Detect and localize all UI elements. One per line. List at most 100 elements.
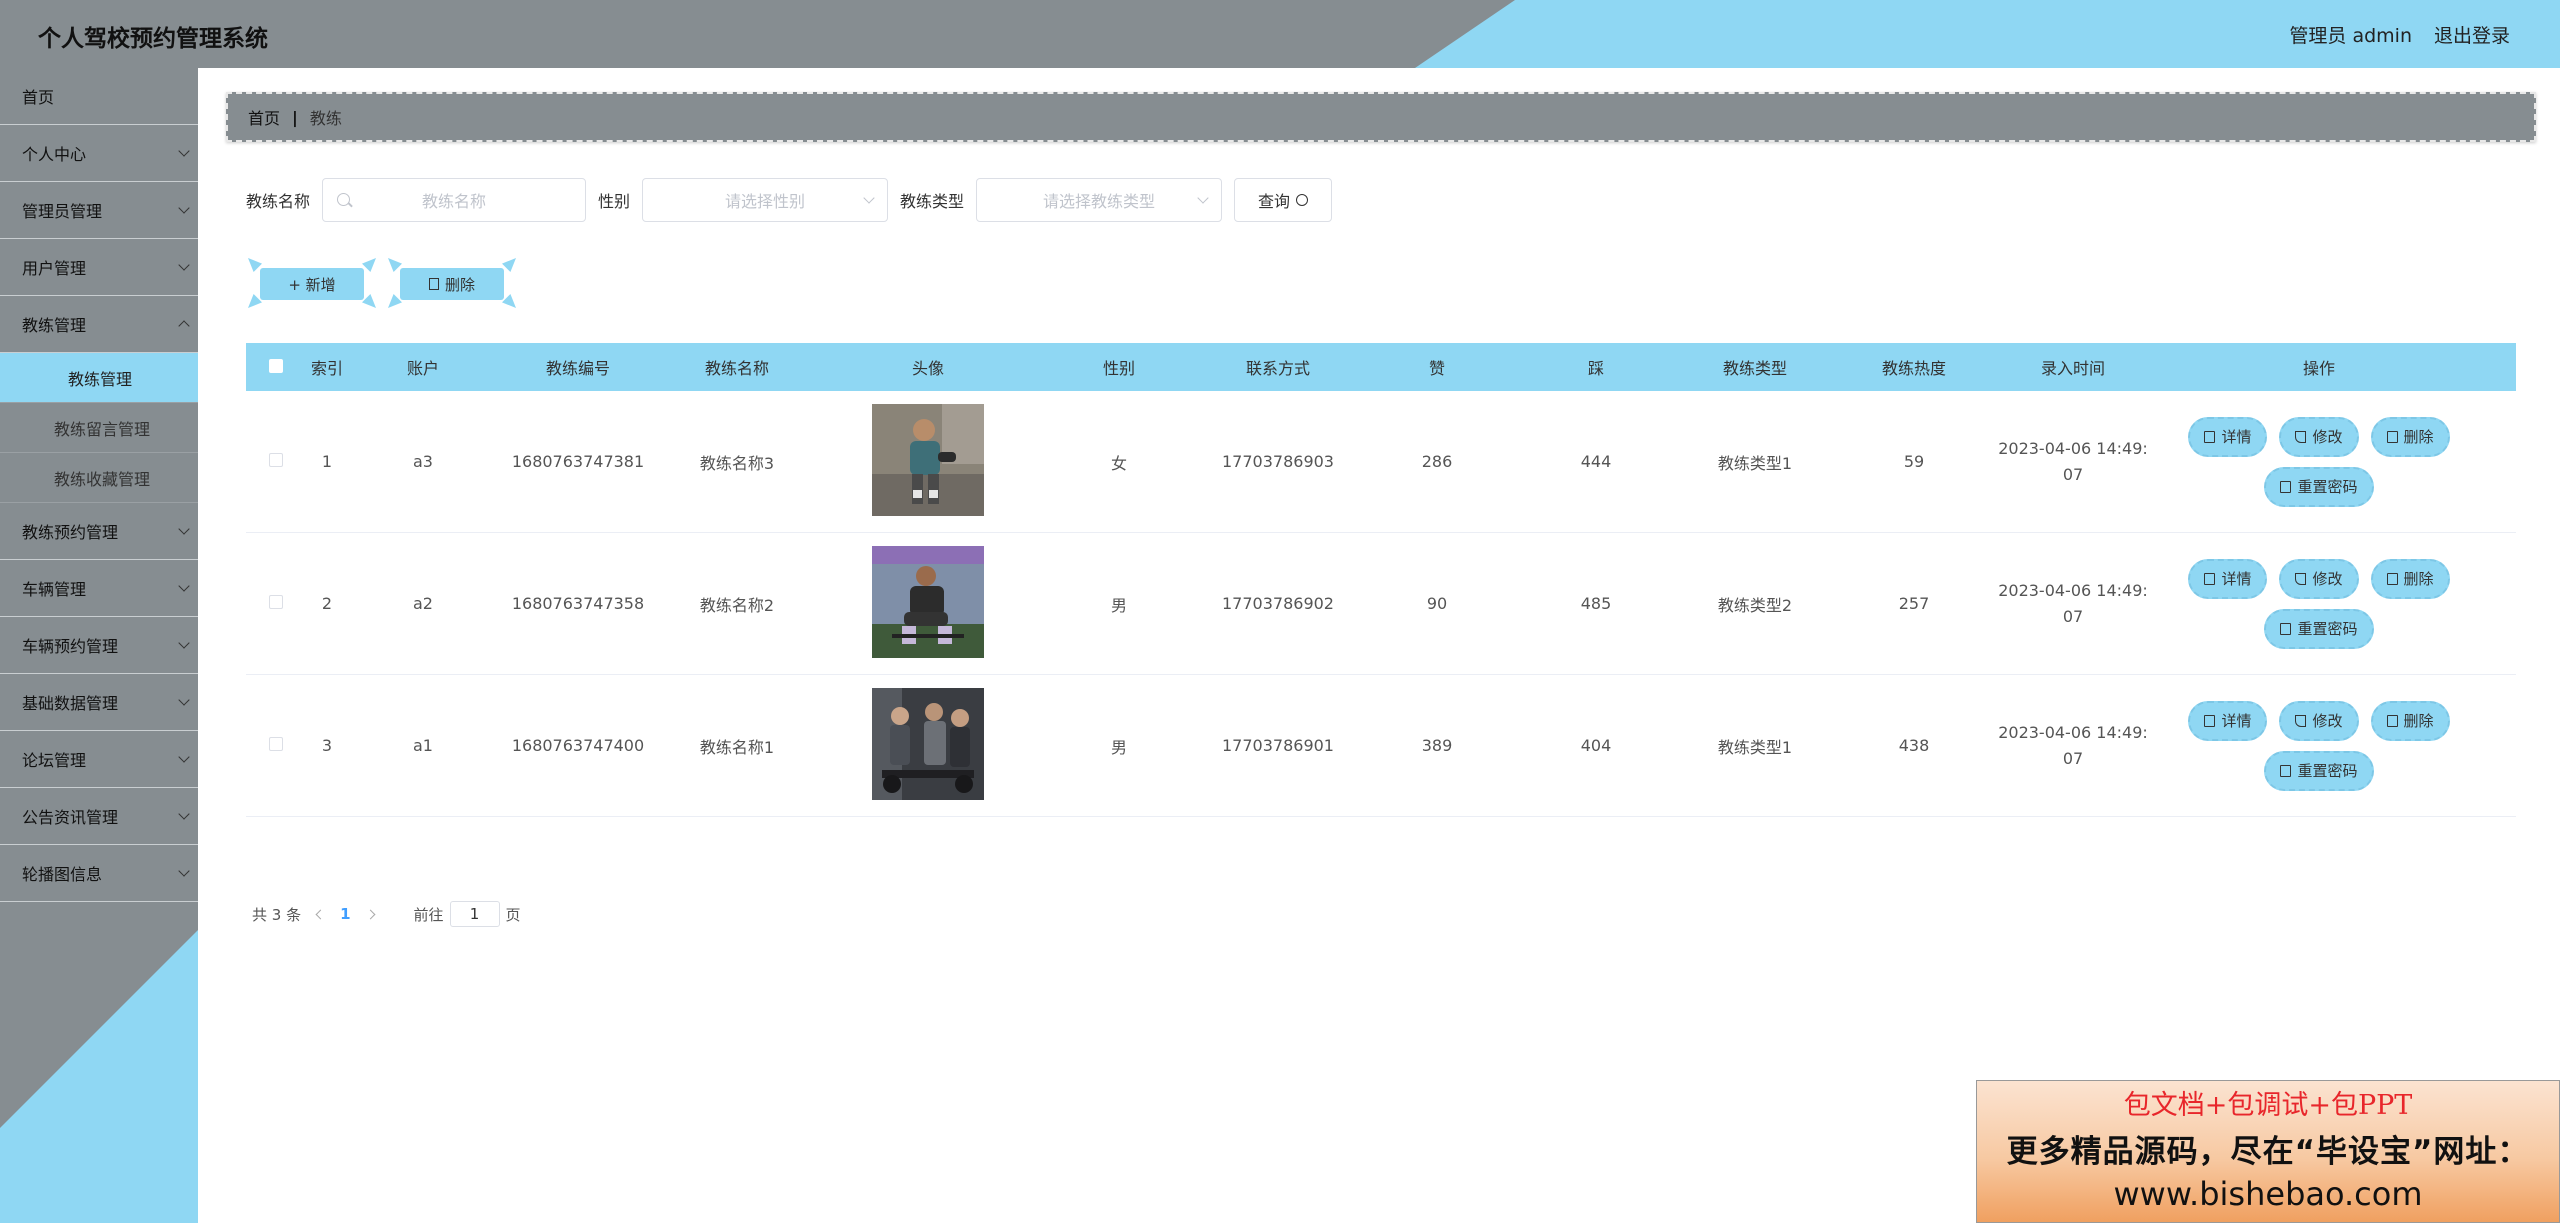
reset-password-button[interactable]: 重置密码	[2264, 750, 2374, 791]
select-all-cell	[246, 358, 306, 377]
document-icon	[2280, 622, 2292, 635]
document-icon	[2280, 764, 2292, 777]
likes-cell: 286	[1421, 452, 1453, 471]
detail-button[interactable]: 详情	[2188, 558, 2268, 599]
reset-password-button[interactable]: 重置密码	[2264, 466, 2374, 507]
edit-icon	[2295, 714, 2307, 727]
trash-icon	[2386, 714, 2398, 727]
row-delete-button[interactable]: 删除	[2370, 416, 2450, 457]
account-cell: a2	[413, 594, 433, 613]
delete-label: 删除	[2403, 428, 2434, 446]
chevron-up-icon	[178, 320, 190, 332]
query-button-label: 查询	[1258, 192, 1291, 211]
reset-password-button[interactable]: 重置密码	[2264, 608, 2374, 649]
chevron-left-icon[interactable]	[315, 909, 326, 919]
sidebar-item-label: 论坛管理	[22, 751, 87, 770]
delete-label: 删除	[2403, 712, 2434, 730]
detail-button[interactable]: 详情	[2188, 700, 2268, 741]
name-cell: 教练名称3	[699, 453, 775, 473]
breadcrumb-separator: |	[292, 107, 298, 127]
detail-button[interactable]: 详情	[2188, 416, 2268, 457]
breadcrumb-current: 教练	[309, 109, 342, 128]
row-actions: 详情 修改 删除 重置密码	[2169, 416, 2469, 507]
time-line: 07	[2062, 464, 2084, 484]
sidebar-subitem-coach-favorites[interactable]: 教练收藏管理	[0, 453, 198, 503]
likes-cell: 90	[1426, 594, 1448, 613]
column-header: 教练名称	[704, 359, 769, 378]
logout-link[interactable]: 退出登录	[2434, 21, 2510, 48]
row-select-cell	[246, 594, 306, 613]
edit-button[interactable]: 修改	[2279, 700, 2359, 741]
type-filter-label: 教练类型	[900, 192, 965, 211]
sidebar-item-base-data[interactable]: 基础数据管理	[0, 674, 198, 731]
column-header: 赞	[1428, 359, 1445, 378]
name-search-input[interactable]: 教练名称	[322, 178, 587, 222]
column-header: 性别	[1102, 359, 1135, 378]
row-checkbox[interactable]	[269, 453, 283, 467]
sidebar-item-vehicle-booking[interactable]: 车辆预约管理	[0, 617, 198, 674]
sidebar-item-news[interactable]: 公告资讯管理	[0, 788, 198, 845]
delete-button-label: 删除	[444, 275, 475, 294]
row-delete-button[interactable]: 删除	[2370, 558, 2450, 599]
table-row: 2 a2 1680763747358 教练名称2 男 17703786902 9…	[246, 533, 2516, 675]
row-checkbox[interactable]	[269, 595, 283, 609]
chevron-down-icon	[178, 259, 190, 271]
detail-label: 详情	[2221, 712, 2252, 730]
column-header: 索引	[310, 359, 343, 378]
chevron-down-icon	[178, 202, 190, 214]
sidebar-item-home[interactable]: 首页	[0, 68, 198, 125]
sidebar-item-vehicles[interactable]: 车辆管理	[0, 560, 198, 617]
row-checkbox[interactable]	[269, 737, 283, 751]
sidebar-item-forum[interactable]: 论坛管理	[0, 731, 198, 788]
sidebar-subitem-coach-manage[interactable]: 教练管理	[0, 353, 198, 403]
chevron-down-icon	[1197, 192, 1209, 204]
time-line: 07	[2062, 606, 2084, 626]
sidebar-item-label: 个人中心	[22, 145, 87, 164]
sidebar-item-profile[interactable]: 个人中心	[0, 125, 198, 182]
chevron-right-icon[interactable]	[365, 909, 375, 919]
chevron-down-icon	[178, 694, 190, 706]
table-row: 1 a3 1680763747381 教练名称3 女 17703786903 2…	[246, 391, 2516, 533]
row-delete-button[interactable]: 删除	[2370, 700, 2450, 741]
sidebar-item-label: 教练管理	[22, 316, 87, 335]
top-header: 个人驾校预约管理系统 管理员 admin 退出登录	[0, 0, 2560, 68]
chevron-down-icon	[178, 637, 190, 649]
edit-button[interactable]: 修改	[2279, 558, 2359, 599]
sidebar-item-label: 基础数据管理	[22, 694, 119, 713]
sidebar-item-carousel[interactable]: 轮播图信息	[0, 845, 198, 902]
breadcrumb-home[interactable]: 首页	[248, 105, 280, 129]
time-cell: 2023-04-06 14:49: 07	[1994, 578, 2152, 630]
column-header: 联系方式	[1245, 359, 1310, 378]
document-icon	[2280, 480, 2292, 493]
trash-icon	[428, 278, 439, 290]
gender-select[interactable]: 请选择性别	[642, 178, 889, 222]
query-button[interactable]: 查询	[1234, 178, 1333, 222]
table-header: 索引 账户 教练编号 教练名称 头像 性别 联系方式 赞 踩 教练类型 教练热度…	[246, 343, 2516, 391]
select-all-checkbox[interactable]	[269, 358, 283, 373]
sidebar-item-coaches[interactable]: 教练管理	[0, 296, 198, 353]
edit-label: 修改	[2312, 712, 2343, 730]
chevron-down-icon	[178, 523, 190, 535]
column-header: 账户	[406, 359, 439, 378]
code-cell: 1680763747358	[511, 594, 645, 613]
add-button-label: + 新增	[260, 268, 364, 300]
edit-button[interactable]: 修改	[2279, 416, 2359, 457]
sidebar-subitem-coach-messages[interactable]: 教练留言管理	[0, 403, 198, 453]
sidebar-item-admin[interactable]: 管理员管理	[0, 182, 198, 239]
type-cell: 教练类型1	[1717, 453, 1793, 473]
type-select[interactable]: 请选择教练类型	[976, 178, 1223, 222]
main-content: 首页 | 教练 教练名称 教练名称 性别 请选择性别 教练类型 请选择教练类型 …	[198, 68, 2560, 1223]
delete-button[interactable]: 删除	[388, 258, 516, 308]
index-cell: 3	[321, 736, 333, 755]
column-header: 头像	[911, 359, 944, 378]
add-button[interactable]: + 新增	[248, 258, 376, 308]
chevron-down-icon	[178, 145, 190, 157]
sidebar-item-users[interactable]: 用户管理	[0, 239, 198, 296]
avatar	[872, 545, 984, 658]
goto-page-input[interactable]: 1	[449, 901, 500, 927]
detail-label: 详情	[2221, 428, 2252, 446]
promo-banner: 包文档+包调试+包PPT 更多精品源码，尽在“毕设宝”网址： www.bishe…	[1976, 1080, 2560, 1223]
page-number[interactable]: 1	[340, 905, 350, 923]
delete-button-body: 删除	[400, 268, 504, 300]
sidebar-item-coach-booking[interactable]: 教练预约管理	[0, 503, 198, 560]
